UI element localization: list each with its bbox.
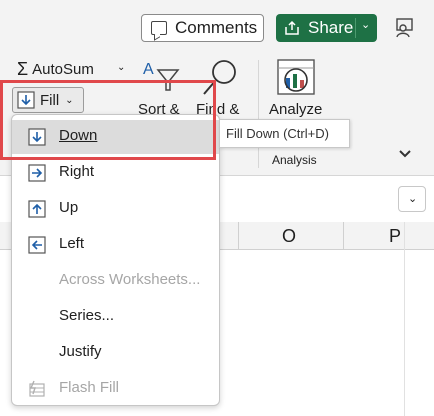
- comments-label: Comments: [175, 18, 258, 37]
- menu-item-right[interactable]: Right: [12, 156, 219, 190]
- chevron-down-icon: ⌄: [408, 193, 418, 205]
- flash-fill-icon: [29, 380, 45, 397]
- comments-button[interactable]: Comments: [141, 14, 264, 42]
- menu-item-up[interactable]: Up: [12, 192, 219, 226]
- fill-right-icon: [28, 164, 46, 182]
- expand-formula-bar-button[interactable]: ⌄: [398, 186, 426, 212]
- menu-item-justify[interactable]: Justify: [12, 336, 219, 370]
- menu-item-flash-fill: Flash Fill: [12, 372, 219, 406]
- coauthoring-icon[interactable]: [394, 17, 416, 39]
- analyze-data-label: Analyze: [269, 101, 323, 118]
- menu-item-label: Right: [59, 163, 95, 180]
- share-chevron-icon[interactable]: ⌄: [361, 18, 370, 31]
- column-divider: [238, 222, 239, 250]
- autosum-label: AutoSum: [32, 61, 94, 78]
- autosum-icon: Σ: [17, 59, 29, 79]
- share-divider: [355, 18, 356, 38]
- analysis-group-label: Analysis: [272, 153, 317, 167]
- share-icon: [285, 20, 299, 35]
- autosum-button[interactable]: Σ AutoSum: [17, 59, 94, 80]
- menu-item-label: Left: [59, 235, 85, 252]
- column-header-o[interactable]: O: [282, 226, 296, 247]
- share-button[interactable]: Share ⌄: [276, 14, 377, 42]
- fill-up-icon: [28, 200, 46, 218]
- collapse-ribbon-chevron-icon[interactable]: [398, 147, 412, 161]
- menu-item-label: Series...: [59, 307, 115, 324]
- share-label: Share: [308, 18, 354, 37]
- highlight-box: [0, 80, 216, 160]
- comment-icon: [151, 21, 167, 35]
- group-separator: [258, 60, 259, 168]
- autosum-chevron-icon[interactable]: ⌄: [117, 62, 125, 73]
- svg-text:A: A: [143, 61, 154, 78]
- fill-down-tooltip: Fill Down (Ctrl+D): [219, 119, 350, 148]
- menu-item-label: Up: [59, 199, 79, 216]
- column-divider: [343, 222, 344, 250]
- fill-left-icon: [28, 236, 46, 254]
- menu-item-label: Across Worksheets...: [59, 271, 201, 288]
- column-divider: [404, 222, 405, 416]
- analyze-data-icon[interactable]: [274, 58, 318, 98]
- menu-item-left[interactable]: Left: [12, 228, 219, 262]
- menu-item-series[interactable]: Series...: [12, 300, 219, 334]
- menu-item-label: Justify: [59, 343, 102, 360]
- menu-item-label: Flash Fill: [59, 379, 120, 396]
- column-header-p[interactable]: P: [389, 226, 401, 247]
- menu-item-across-worksheets: Across Worksheets...: [12, 264, 219, 298]
